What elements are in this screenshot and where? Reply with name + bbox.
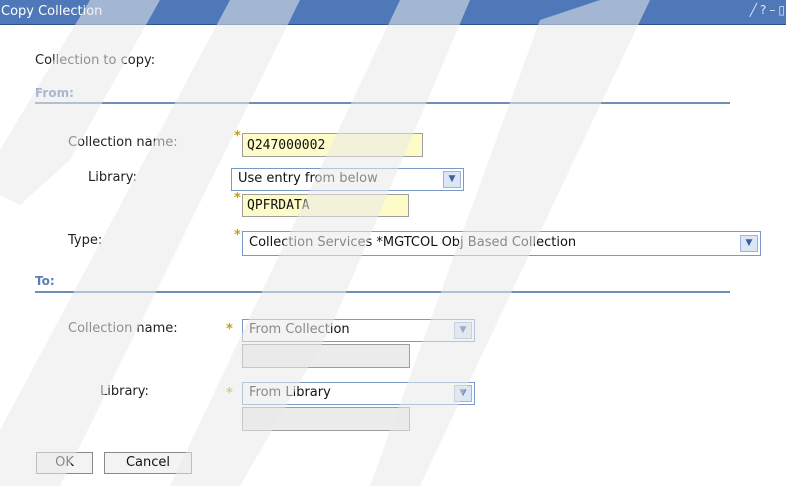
cancel-button[interactable]: Cancel bbox=[104, 452, 192, 474]
from-library-select[interactable]: Use entry from below ▼ bbox=[231, 168, 464, 191]
to-library-input bbox=[242, 407, 410, 431]
to-collection-name-label: Collection name: bbox=[68, 321, 178, 336]
ok-button[interactable]: OK bbox=[36, 452, 93, 474]
chevron-down-icon[interactable]: ▼ bbox=[454, 322, 472, 339]
window-titlebar: Copy Collection ╱? – ▯ bbox=[0, 0, 786, 25]
to-heading: To: bbox=[35, 274, 55, 288]
window-controls: ╱? – ▯ bbox=[748, 3, 786, 17]
from-type-label: Type: bbox=[68, 233, 103, 248]
from-library-label: Library: bbox=[88, 170, 137, 185]
help-icon[interactable]: ? bbox=[760, 3, 767, 17]
from-library-select-value: Use entry from below bbox=[238, 171, 378, 186]
chevron-down-icon[interactable]: ▼ bbox=[740, 235, 758, 252]
from-collection-name-input[interactable]: Q247000002 bbox=[242, 133, 423, 157]
pencil-icon[interactable]: ╱ bbox=[750, 3, 758, 17]
from-divider bbox=[35, 102, 730, 104]
to-library-select[interactable]: From Library ▼ bbox=[242, 382, 475, 405]
chevron-down-icon[interactable]: ▼ bbox=[443, 171, 461, 188]
required-marker: * bbox=[234, 191, 241, 206]
to-collection-name-select-value: From Collection bbox=[249, 322, 350, 337]
window-title: Copy Collection bbox=[1, 4, 103, 19]
restore-icon[interactable]: ▯ bbox=[778, 3, 786, 17]
from-heading: From: bbox=[35, 86, 74, 100]
required-marker: * bbox=[234, 228, 241, 243]
to-library-select-value: From Library bbox=[249, 385, 331, 400]
from-type-select[interactable]: Collection Services *MGTCOL Obj Based Co… bbox=[242, 231, 761, 256]
required-marker: * bbox=[226, 386, 233, 401]
intro-label: Collection to copy: bbox=[35, 53, 156, 68]
minimize-icon[interactable]: – bbox=[769, 3, 776, 17]
to-collection-name-select[interactable]: From Collection ▼ bbox=[242, 319, 475, 342]
required-marker: * bbox=[234, 129, 241, 144]
from-type-select-value: Collection Services *MGTCOL Obj Based Co… bbox=[249, 235, 577, 250]
from-library-input[interactable]: QPFRDATA bbox=[242, 194, 409, 217]
from-collection-name-label: Collection name: bbox=[68, 135, 178, 150]
to-library-label: Library: bbox=[100, 384, 149, 399]
chevron-down-icon[interactable]: ▼ bbox=[454, 385, 472, 402]
to-collection-name-input bbox=[242, 344, 410, 368]
to-divider bbox=[35, 291, 730, 293]
required-marker: * bbox=[226, 322, 233, 337]
